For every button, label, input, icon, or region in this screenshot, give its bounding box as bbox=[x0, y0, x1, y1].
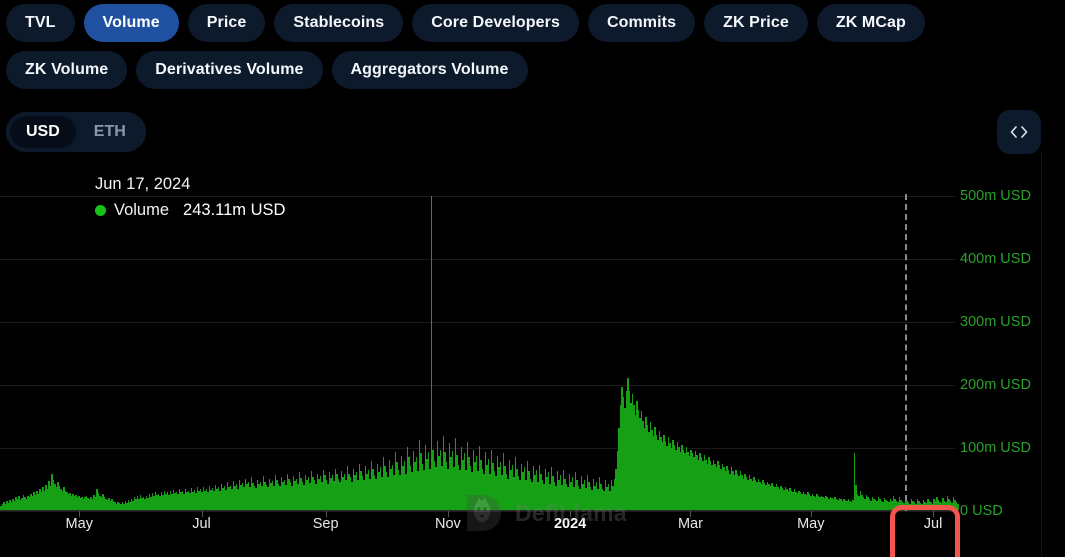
bar-series bbox=[0, 196, 955, 510]
tab-zk-mcap[interactable]: ZK MCap bbox=[817, 4, 925, 42]
tab-volume[interactable]: Volume bbox=[84, 4, 179, 42]
code-brackets-icon[interactable] bbox=[997, 110, 1041, 154]
tab-aggregators-volume[interactable]: Aggregators Volume bbox=[332, 51, 528, 89]
tab-commits[interactable]: Commits bbox=[588, 4, 695, 42]
code-brackets-glyph bbox=[1009, 124, 1029, 140]
chart-plot-area bbox=[0, 196, 955, 511]
currency-option-eth[interactable]: ETH bbox=[78, 116, 142, 148]
crosshair-line bbox=[905, 194, 907, 511]
tab-zk-volume[interactable]: ZK Volume bbox=[6, 51, 127, 89]
x-axis-label: Jul bbox=[192, 516, 211, 532]
y-axis-label: 200m USD bbox=[960, 377, 1031, 393]
x-axis-label: May bbox=[66, 516, 93, 532]
bar bbox=[957, 504, 959, 510]
tab-tvl[interactable]: TVL bbox=[6, 4, 75, 42]
tooltip-series-name: Volume bbox=[114, 201, 169, 220]
tooltip-series-value: 243.11m USD bbox=[183, 201, 285, 220]
y-axis-label: 400m USD bbox=[960, 251, 1031, 267]
x-axis-label: Sep bbox=[313, 516, 339, 532]
tab-zk-price[interactable]: ZK Price bbox=[704, 4, 808, 42]
y-axis-label: 0 USD bbox=[960, 503, 1003, 519]
tab-derivatives-volume[interactable]: Derivatives Volume bbox=[136, 51, 322, 89]
panel-right-edge bbox=[1041, 152, 1042, 557]
tab-price[interactable]: Price bbox=[188, 4, 266, 42]
tooltip-series-row: Volume 243.11m USD bbox=[95, 201, 285, 220]
currency-toggle[interactable]: USDETH bbox=[6, 112, 146, 152]
defillama-chart-page: TVLVolumePriceStablecoinsCore Developers… bbox=[0, 0, 1065, 557]
tooltip-series-dot bbox=[95, 205, 106, 216]
x-axis-label: Mar bbox=[678, 516, 703, 532]
x-axis-label: Jul bbox=[924, 516, 943, 532]
chart-tooltip: Jun 17, 2024 Volume 243.11m USD bbox=[95, 175, 285, 220]
x-axis-label: May bbox=[797, 516, 824, 532]
metric-tab-bar: TVLVolumePriceStablecoinsCore Developers… bbox=[6, 4, 1046, 89]
x-axis-label: 2024 bbox=[554, 516, 586, 532]
y-axis-label: 500m USD bbox=[960, 188, 1031, 204]
tooltip-date: Jun 17, 2024 bbox=[95, 175, 285, 194]
y-axis-label: 100m USD bbox=[960, 440, 1031, 456]
currency-option-usd[interactable]: USD bbox=[10, 116, 76, 148]
y-axis-label: 300m USD bbox=[960, 314, 1031, 330]
tab-stablecoins[interactable]: Stablecoins bbox=[274, 4, 403, 42]
x-axis-label: Nov bbox=[435, 516, 461, 532]
tab-core-developers[interactable]: Core Developers bbox=[412, 4, 579, 42]
